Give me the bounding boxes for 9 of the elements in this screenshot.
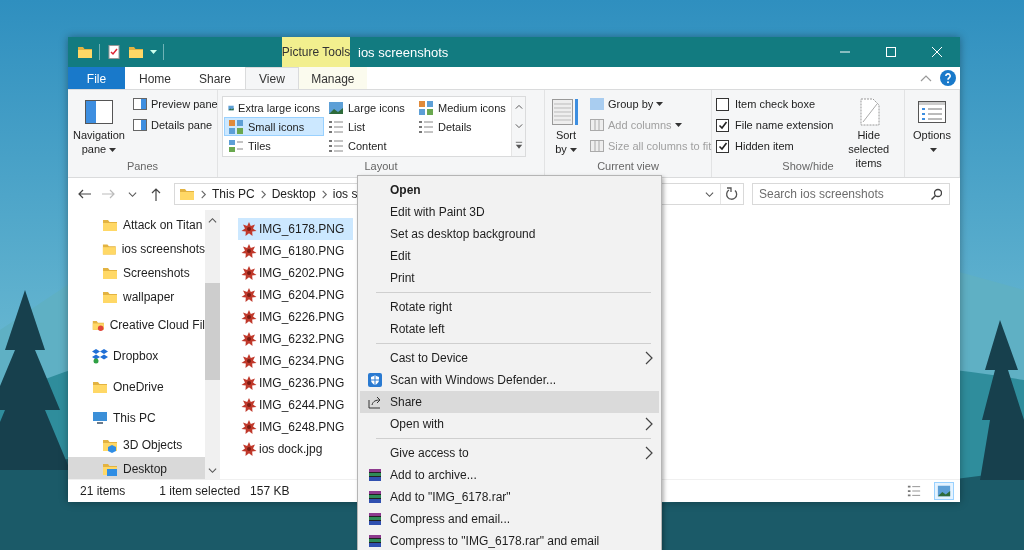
status-text: 1 item selected [159, 484, 241, 498]
group-label: Panes [126, 159, 159, 174]
group-label: Layout [364, 159, 398, 174]
group-label: Current view [597, 159, 659, 174]
window-title: ios screenshots [357, 43, 449, 62]
group-label: Show/hide [782, 159, 834, 174]
status-text: 157 KB [250, 484, 290, 498]
status-text: 21 items [80, 484, 126, 498]
tool-tab-header: Picture Tools [282, 37, 350, 67]
